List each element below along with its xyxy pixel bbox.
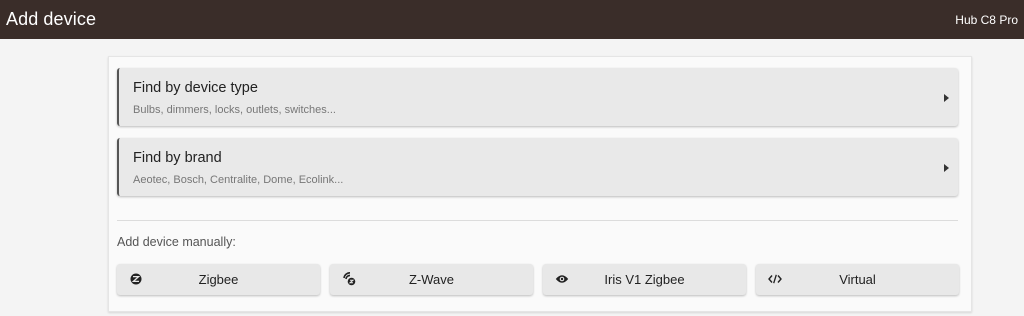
find-by-device-type-button[interactable]: Find by device type Bulbs, dimmers, lock…: [117, 68, 958, 126]
chevron-right-icon: [944, 164, 949, 172]
finder-subtitle: Bulbs, dimmers, locks, outlets, switches…: [133, 104, 336, 116]
zigbee-icon: [129, 272, 143, 286]
find-by-brand-button[interactable]: Find by brand Aeotec, Bosch, Centralite,…: [117, 138, 958, 196]
finder-title: Find by brand: [133, 150, 222, 166]
divider: [117, 220, 958, 221]
chevron-right-icon: [944, 94, 949, 102]
iris-v1-zigbee-button[interactable]: Iris V1 Zigbee: [543, 264, 746, 295]
code-icon: [768, 272, 782, 286]
manual-section-label: Add device manually:: [117, 235, 236, 249]
finder-title: Find by device type: [133, 80, 258, 96]
zigbee-button[interactable]: Zigbee: [117, 264, 320, 295]
page-title: Add device: [6, 9, 97, 29]
eye-icon: [555, 272, 569, 286]
top-bar: Add device Hub C8 Pro: [0, 0, 1024, 39]
button-label: Z-Wave: [408, 272, 455, 287]
virtual-button[interactable]: Virtual: [756, 264, 959, 295]
add-device-panel: Find by device type Bulbs, dimmers, lock…: [108, 56, 972, 312]
button-label: Iris V1 Zigbee: [604, 272, 685, 287]
zwave-icon: [342, 272, 356, 286]
hub-name[interactable]: Hub C8 Pro: [955, 13, 1018, 27]
finder-subtitle: Aeotec, Bosch, Centralite, Dome, Ecolink…: [133, 174, 344, 186]
button-label: Zigbee: [198, 272, 239, 287]
button-label: Virtual: [839, 272, 876, 287]
zwave-button[interactable]: Z-Wave: [330, 264, 533, 295]
